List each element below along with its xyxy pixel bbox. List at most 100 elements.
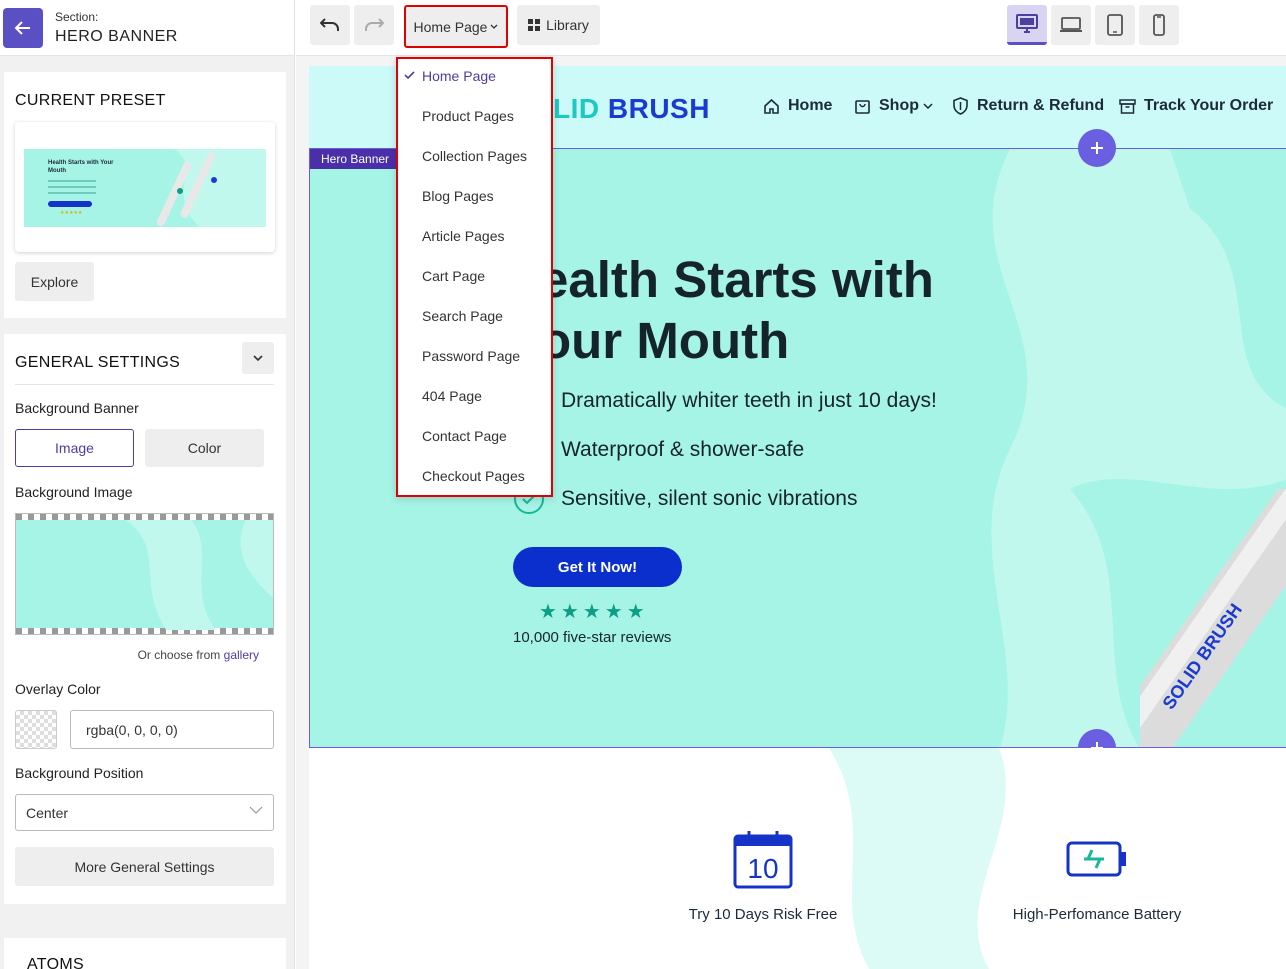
battery-icon	[1066, 841, 1126, 877]
gallery-hint: Or choose from gallery	[138, 648, 259, 662]
overlay-color-swatch[interactable]	[15, 710, 57, 749]
nav-return-refund[interactable]: Return & Refund	[952, 97, 1104, 115]
calendar-icon: 10	[733, 831, 793, 889]
background-position-select[interactable]: Center	[15, 794, 274, 831]
shopping-bag-icon	[855, 99, 870, 114]
hero-title-line-2: our Mouth	[540, 312, 790, 369]
desktop-icon	[1016, 13, 1038, 33]
menu-item-search-page[interactable]: Search Page	[422, 308, 503, 324]
more-general-settings-button[interactable]: More General Settings	[15, 847, 274, 886]
menu-item-contact-page[interactable]: Contact Page	[422, 428, 507, 444]
redo-icon	[365, 18, 384, 31]
undo-button[interactable]	[310, 5, 350, 45]
atoms-card: ATOMS	[4, 938, 286, 969]
background-image-preview[interactable]	[15, 513, 274, 635]
logo-text-accent: LID	[553, 93, 600, 124]
chevron-down-icon	[491, 24, 498, 29]
preset-thumbnail-image: Health Starts with Your Mouth ★★★★★	[24, 149, 266, 227]
banner-image-option[interactable]: Image	[15, 429, 134, 467]
menu-item-password-page[interactable]: Password Page	[422, 348, 520, 364]
preset-thumbnail[interactable]: Health Starts with Your Mouth ★★★★★	[15, 122, 275, 252]
page-selector-button[interactable]: Home Page	[404, 5, 508, 48]
tablet-icon	[1107, 14, 1123, 36]
feature-item: High-Perfomance Battery	[997, 828, 1197, 923]
feature-item: 10 Try 10 Days Risk Free	[683, 828, 843, 923]
background-position-label: Background Position	[15, 765, 144, 781]
features-section[interactable]: 10 Try 10 Days Risk Free High-Perfomance…	[309, 748, 1286, 969]
hero-bullet-text: Waterproof & shower-safe	[561, 438, 805, 461]
device-laptop-button[interactable]	[1051, 5, 1091, 45]
preset-heading: CURRENT PRESET	[15, 92, 166, 109]
site-logo[interactable]: LID BRUSH	[553, 93, 710, 125]
device-tablet-button[interactable]	[1095, 5, 1135, 45]
device-mobile-button[interactable]	[1139, 5, 1179, 45]
hero-bullet: Waterproof & shower-safe	[513, 434, 804, 466]
background-image-label: Background Image	[15, 484, 133, 500]
overlay-color-input[interactable]: rgba(0, 0, 0, 0)	[70, 710, 274, 749]
hero-title[interactable]: ealth Starts with our Mouth	[540, 249, 980, 371]
divider	[15, 384, 274, 385]
back-button[interactable]	[3, 7, 43, 48]
section-title-block: Section: HERO BANNER	[55, 10, 178, 46]
home-icon	[764, 98, 779, 114]
check-icon	[404, 71, 415, 80]
gallery-link[interactable]: gallery	[224, 648, 259, 662]
hero-bullet: Sensitive, silent sonic vibrations	[513, 483, 857, 515]
explore-button[interactable]: Explore	[15, 262, 94, 301]
nav-track-label: Track Your Order	[1144, 97, 1274, 114]
menu-item-cart-page[interactable]: Cart Page	[422, 268, 485, 284]
menu-item-checkout-pages[interactable]: Checkout Pages	[422, 468, 525, 484]
nav-home[interactable]: Home	[763, 97, 832, 115]
hero-title-line-1: ealth Starts with	[540, 251, 934, 308]
sidebar-header: Section: HERO BANNER	[0, 0, 294, 56]
hero-bullet: Dramatically whiter teeth in just 10 day…	[513, 385, 937, 417]
feature-label: Try 10 Days Risk Free	[688, 906, 838, 923]
reviews-text: 10,000 five-star reviews	[513, 629, 672, 646]
calendar-number: 10	[747, 853, 778, 884]
arrow-left-icon	[14, 20, 30, 35]
page-selector-menu[interactable]: Home Page Product Pages Collection Pages…	[396, 57, 553, 497]
laptop-icon	[1060, 17, 1082, 32]
toothbrush-image: SOLID BRUSH	[1140, 489, 1286, 747]
nav-return-label: Return & Refund	[977, 97, 1105, 114]
logo-text-brand: BRUSH	[607, 93, 710, 124]
menu-item-article-pages[interactable]: Article Pages	[422, 228, 504, 244]
thumb-brush-image	[156, 149, 266, 227]
shield-icon	[953, 97, 968, 115]
nav-shop[interactable]: Shop	[854, 97, 933, 115]
nav-track-order[interactable]: Track Your Order	[1119, 97, 1273, 115]
rating-stars: ★★★★★	[539, 601, 649, 623]
settings-sidebar: Section: HERO BANNER CURRENT PRESET Heal…	[0, 0, 295, 969]
current-preset-card: CURRENT PRESET Health Starts with Your M…	[4, 72, 286, 318]
device-desktop-button[interactable]	[1007, 5, 1047, 45]
get-it-now-button[interactable]: Get It Now!	[513, 547, 682, 587]
banner-color-option[interactable]: Color	[145, 429, 264, 467]
redo-button[interactable]	[354, 5, 394, 45]
background-position-value: Center	[26, 804, 69, 821]
editor-toolbar: Home Page Library	[296, 0, 1286, 56]
chevron-down-icon	[249, 806, 263, 814]
mobile-icon	[1153, 14, 1165, 36]
general-settings-heading: GENERAL SETTINGS	[15, 354, 181, 371]
box-icon	[1119, 99, 1136, 114]
section-tag[interactable]: Hero Banner	[310, 149, 401, 169]
hero-bullet-text: Sensitive, silent sonic vibrations	[561, 487, 858, 510]
menu-item-product-pages[interactable]: Product Pages	[422, 108, 514, 124]
menu-item-blog-pages[interactable]: Blog Pages	[422, 188, 494, 204]
menu-item-404-page[interactable]: 404 Page	[422, 388, 482, 404]
grid-icon	[528, 19, 541, 31]
chevron-down-icon	[253, 355, 263, 361]
menu-item-home-page[interactable]: Home Page	[422, 68, 496, 84]
collapse-button[interactable]	[242, 342, 274, 374]
background-banner-label: Background Banner	[15, 400, 139, 416]
nav-home-label: Home	[788, 97, 833, 114]
overlay-color-label: Overlay Color	[15, 681, 101, 697]
library-label: Library	[546, 17, 589, 33]
library-button[interactable]: Library	[517, 5, 600, 45]
menu-item-collection-pages[interactable]: Collection Pages	[422, 148, 527, 164]
nav-shop-label: Shop	[879, 97, 919, 114]
add-section-button[interactable]	[1078, 129, 1116, 167]
undo-icon	[320, 18, 339, 31]
background-image-fill	[16, 520, 273, 630]
page-selector-label: Home Page	[413, 18, 488, 35]
